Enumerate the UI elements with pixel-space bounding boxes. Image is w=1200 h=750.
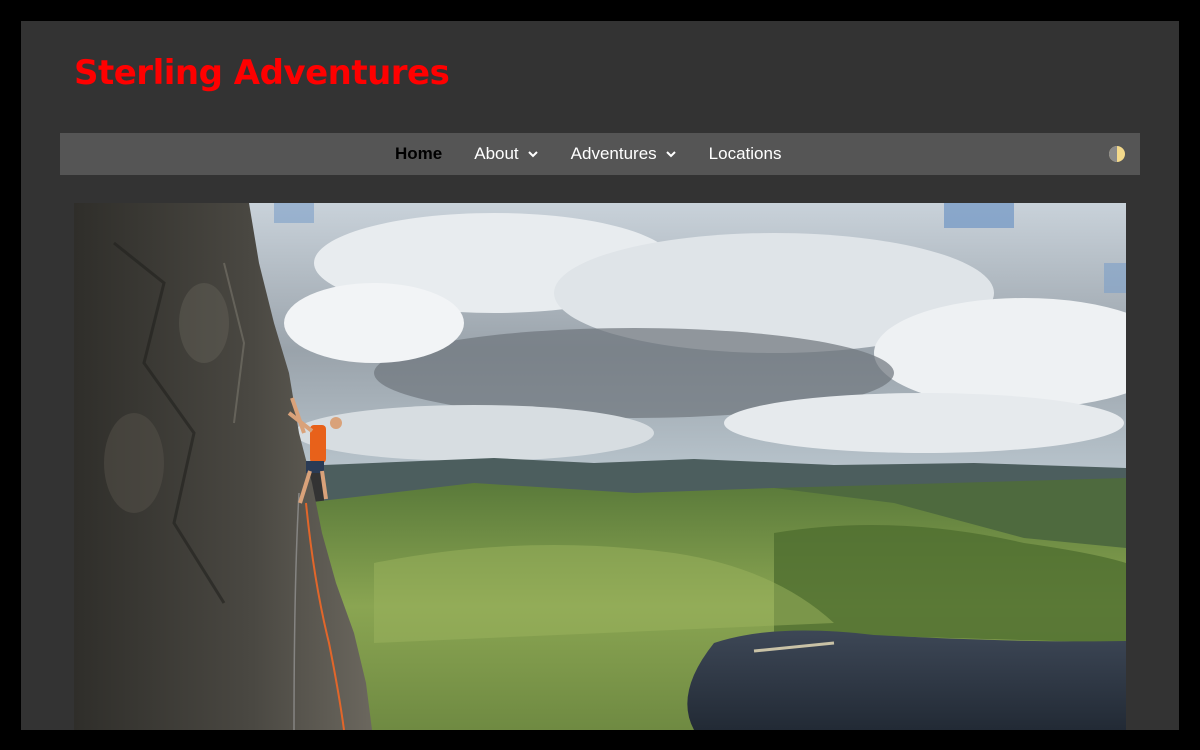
rock-climber-photo	[74, 203, 1126, 730]
nav-item-locations[interactable]: Locations	[709, 133, 782, 175]
nav-item-label: Adventures	[570, 144, 657, 163]
half-circle-contrast-icon	[1109, 146, 1125, 162]
hero-image	[74, 203, 1126, 730]
nav-item-about[interactable]: About	[474, 133, 538, 175]
nav-menu: Home About Adventures Locations	[395, 133, 813, 175]
nav-item-home[interactable]: Home	[395, 133, 442, 175]
nav-item-label: Locations	[708, 144, 782, 163]
chevron-down-icon[interactable]	[527, 148, 539, 160]
theme-toggle-button[interactable]	[1108, 145, 1126, 163]
nav-item-adventures[interactable]: Adventures	[571, 133, 677, 175]
site-title-link[interactable]: Sterling Adventures	[74, 53, 450, 93]
nav-item-label: About	[474, 144, 519, 163]
main-navigation: Home About Adventures Locations	[60, 133, 1140, 175]
chevron-down-icon[interactable]	[665, 148, 677, 160]
page-container: Sterling Adventures Home About Adventure…	[21, 21, 1179, 730]
nav-item-label: Home	[395, 144, 443, 163]
